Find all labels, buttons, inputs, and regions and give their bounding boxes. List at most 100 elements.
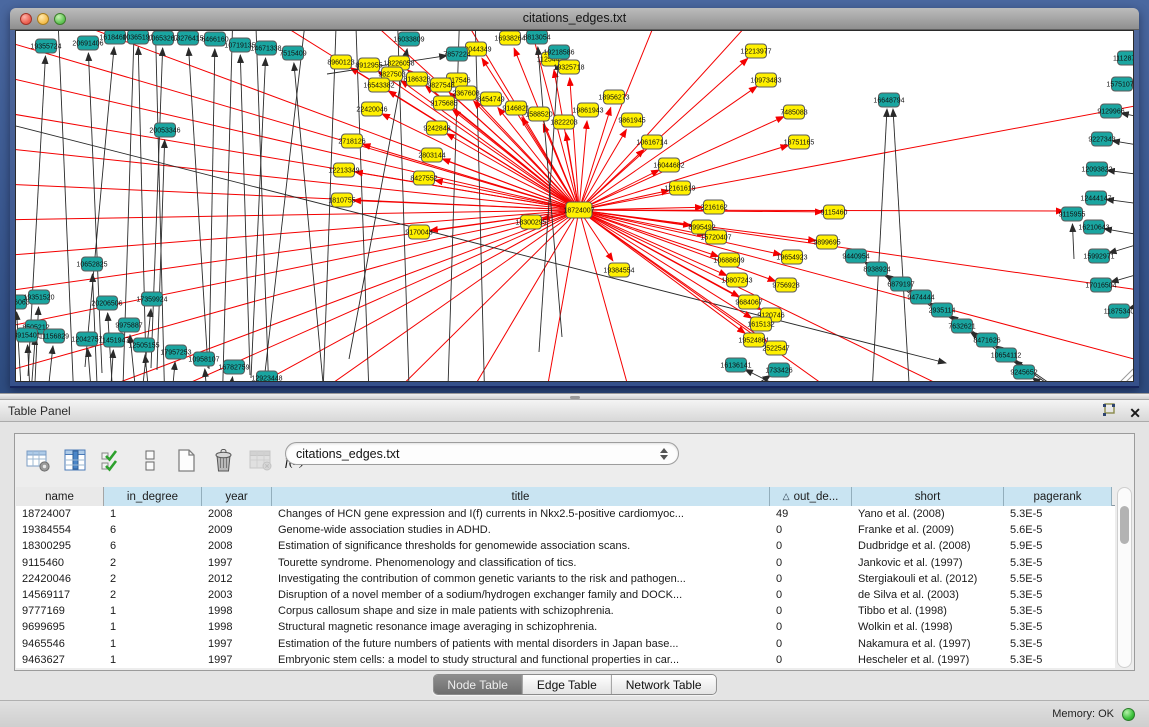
table-row[interactable]: 969969511998Structural magnetic resonanc… bbox=[16, 619, 1115, 635]
scrollbar-thumb[interactable] bbox=[1120, 506, 1129, 544]
table-settings-icon[interactable] bbox=[23, 445, 53, 475]
svg-text:2367608: 2367608 bbox=[452, 90, 479, 97]
column-header-title[interactable]: title bbox=[272, 487, 770, 506]
svg-text:15751074: 15751074 bbox=[1106, 81, 1134, 88]
svg-text:9115460: 9115460 bbox=[821, 209, 848, 216]
svg-text:19654923: 19654923 bbox=[776, 254, 807, 261]
svg-text:16543382: 16543382 bbox=[363, 82, 394, 89]
svg-text:18226058: 18226058 bbox=[383, 60, 414, 67]
svg-text:19524861: 19524861 bbox=[738, 337, 769, 344]
column-header-in_degree[interactable]: in_degree bbox=[104, 487, 202, 506]
cell-title: Genome-wide association studies in ADHD. bbox=[272, 522, 770, 538]
cell-in_degree: 1 bbox=[104, 652, 202, 668]
cell-out_de: 0 bbox=[770, 571, 852, 587]
svg-text:9975887: 9975887 bbox=[115, 322, 142, 329]
table-row[interactable]: 911546021997Tourette syndrome. Phenomeno… bbox=[16, 555, 1115, 571]
vertical-scrollbar[interactable] bbox=[1117, 487, 1132, 668]
network-canvas[interactable]: 8960123891295518226058982750381863281654… bbox=[15, 30, 1134, 382]
svg-text:8960123: 8960123 bbox=[327, 59, 354, 66]
table-row[interactable]: 1938455462009Genome-wide association stu… bbox=[16, 522, 1115, 538]
cell-pagerank: 5.3E-5 bbox=[1004, 587, 1112, 603]
svg-text:9245652: 9245652 bbox=[1010, 369, 1037, 376]
cell-title: Corpus callosum shape and size in male p… bbox=[272, 603, 770, 619]
cell-out_de: 0 bbox=[770, 619, 852, 635]
cell-in_degree: 1 bbox=[104, 636, 202, 652]
cell-year: 1997 bbox=[202, 652, 272, 668]
svg-text:9827503: 9827503 bbox=[378, 71, 405, 78]
svg-text:9861945: 9861945 bbox=[618, 117, 645, 124]
svg-text:10616714: 10616714 bbox=[636, 139, 667, 146]
table-row[interactable]: 946362711997Embryonic stem cells: a mode… bbox=[16, 652, 1115, 668]
svg-text:18751165: 18751165 bbox=[784, 139, 815, 146]
svg-text:12161619: 12161619 bbox=[664, 185, 695, 192]
tab-node-table[interactable]: Node Table bbox=[433, 675, 523, 694]
cell-title: Changes of HCN gene expression and I(f) … bbox=[272, 506, 770, 522]
split-divider[interactable] bbox=[0, 393, 1149, 400]
table-row[interactable]: 977716911998Corpus callosum shape and si… bbox=[16, 603, 1115, 619]
cell-out_de: 49 bbox=[770, 506, 852, 522]
svg-text:12093822: 12093822 bbox=[1081, 166, 1112, 173]
new-document-icon[interactable] bbox=[171, 445, 201, 475]
close-panel-icon[interactable]: ✕ bbox=[1129, 404, 1141, 422]
column-header-year[interactable]: year bbox=[202, 487, 272, 506]
cell-name: 9699695 bbox=[16, 619, 104, 635]
delete-icon[interactable] bbox=[208, 445, 238, 475]
network-window-titlebar[interactable]: citations_edges.txt bbox=[10, 8, 1139, 30]
tab-edge-table[interactable]: Edge Table bbox=[523, 675, 612, 694]
svg-text:16938264: 16938264 bbox=[494, 35, 525, 42]
svg-text:11156829: 11156829 bbox=[39, 333, 69, 340]
cell-pagerank: 5.3E-5 bbox=[1004, 506, 1112, 522]
svg-text:10973483: 10973483 bbox=[750, 77, 781, 84]
svg-text:11875340: 11875340 bbox=[1104, 308, 1134, 315]
column-visibility-icon[interactable] bbox=[60, 445, 90, 475]
table-row[interactable]: 1830029562008Estimation of significance … bbox=[16, 538, 1115, 554]
select-all-icon[interactable] bbox=[97, 445, 127, 475]
svg-text:15720407: 15720407 bbox=[700, 234, 731, 241]
svg-text:20053346: 20053346 bbox=[149, 127, 180, 134]
column-header-pagerank[interactable]: pagerank bbox=[1004, 487, 1112, 506]
table-panel-title: Table Panel bbox=[8, 404, 71, 418]
table-row[interactable]: 1872400712008Changes of HCN gene express… bbox=[16, 506, 1115, 522]
cell-title: Estimation of the future numbers of pati… bbox=[272, 636, 770, 652]
node-table: namein_degreeyeartitle△out_de...shortpag… bbox=[16, 487, 1115, 668]
window-title: citations_edges.txt bbox=[10, 11, 1139, 25]
cell-pagerank: 5.3E-5 bbox=[1004, 636, 1112, 652]
svg-text:11128733: 11128733 bbox=[1113, 55, 1134, 62]
cell-short: de Silva et al. (2003) bbox=[852, 587, 1004, 603]
clear-selection-icon[interactable] bbox=[134, 445, 164, 475]
citation-network-graph[interactable]: 8960123891295518226058982750381863281654… bbox=[16, 31, 1134, 382]
table-selector-dropdown[interactable]: citations_edges.txt bbox=[285, 442, 679, 465]
cell-name: 19384554 bbox=[16, 522, 104, 538]
float-panel-icon[interactable] bbox=[1101, 402, 1117, 423]
svg-text:12213977: 12213977 bbox=[740, 48, 771, 55]
table-row[interactable]: 1456911722003Disruption of a novel membe… bbox=[16, 587, 1115, 603]
svg-text:9129966: 9129966 bbox=[1097, 108, 1124, 115]
memory-status-label: Memory: OK bbox=[1052, 708, 1114, 720]
cell-pagerank: 5.3E-5 bbox=[1004, 555, 1112, 571]
table-row[interactable]: 2242004622012Investigating the contribut… bbox=[16, 571, 1115, 587]
svg-text:18807243: 18807243 bbox=[721, 277, 752, 284]
svg-text:6879197: 6879197 bbox=[887, 281, 914, 288]
svg-text:9170043: 9170043 bbox=[405, 229, 432, 236]
svg-text:18724007: 18724007 bbox=[563, 207, 594, 214]
tab-network-table[interactable]: Network Table bbox=[612, 675, 716, 694]
svg-text:9242848: 9242848 bbox=[423, 125, 450, 132]
cell-in_degree: 2 bbox=[104, 555, 202, 571]
column-header-out_de[interactable]: △out_de... bbox=[770, 487, 852, 506]
svg-text:16782759: 16782759 bbox=[218, 364, 249, 371]
cell-pagerank: 5.3E-5 bbox=[1004, 603, 1112, 619]
table-row[interactable]: 946554611997Estimation of the future num… bbox=[16, 636, 1115, 652]
svg-text:19384554: 19384554 bbox=[603, 267, 634, 274]
column-header-name[interactable]: name bbox=[16, 487, 104, 506]
svg-text:7515409: 7515409 bbox=[279, 50, 306, 57]
svg-text:9899695: 9899695 bbox=[813, 239, 840, 246]
svg-text:1822203: 1822203 bbox=[550, 119, 577, 126]
svg-text:9827548: 9827548 bbox=[427, 82, 454, 89]
cell-short: Nakamura et al. (1997) bbox=[852, 636, 1004, 652]
cell-name: 22420046 bbox=[16, 571, 104, 587]
table-body: 1872400712008Changes of HCN gene express… bbox=[16, 506, 1115, 668]
svg-text:2522547: 2522547 bbox=[762, 345, 789, 352]
svg-text:22420046: 22420046 bbox=[356, 106, 387, 113]
cell-in_degree: 1 bbox=[104, 603, 202, 619]
column-header-short[interactable]: short bbox=[852, 487, 1004, 506]
